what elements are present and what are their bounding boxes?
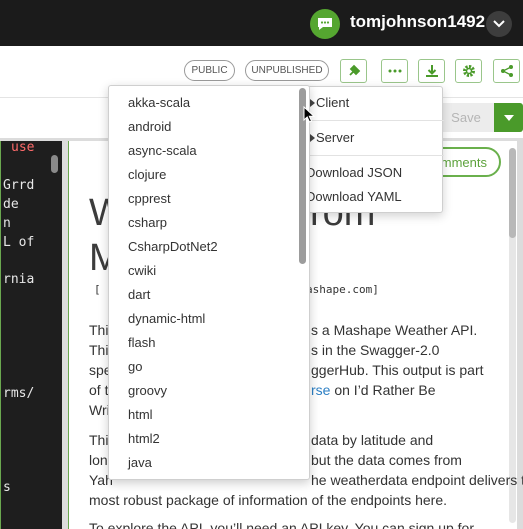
more-icon[interactable]: [381, 59, 408, 83]
save-options-caret[interactable]: [494, 103, 523, 132]
paragraph-line: To explore the API, you’ll need an API k…: [89, 520, 474, 529]
menu-item-client[interactable]: Client: [316, 95, 349, 110]
language-item[interactable]: cpprest: [128, 191, 171, 206]
generate-menu: Client Server Download JSON Download YAM…: [303, 86, 444, 213]
language-item[interactable]: go: [128, 359, 142, 374]
language-item[interactable]: flash: [128, 335, 155, 350]
code-line: Grrd: [3, 178, 35, 193]
code-line: use: [11, 141, 35, 155]
code-line: s: [3, 480, 11, 495]
menu-item-server[interactable]: Server: [316, 130, 354, 145]
gear-icon[interactable]: [455, 59, 482, 83]
language-item[interactable]: clojure: [128, 167, 166, 182]
code-line: n: [3, 216, 11, 231]
language-item[interactable]: dart: [128, 287, 150, 302]
paragraph-line: lon but the data comes from: [89, 452, 462, 468]
menu-divider: [304, 155, 444, 156]
language-item[interactable]: akka-scala: [128, 95, 190, 110]
code-line: L of: [3, 235, 35, 250]
language-item[interactable]: csharp: [128, 215, 167, 230]
language-item[interactable]: dynamic-html: [128, 311, 205, 326]
language-item[interactable]: CsharpDotNet2: [128, 239, 218, 254]
public-badge[interactable]: PUBLIC: [184, 60, 235, 81]
code-line: de: [3, 197, 19, 212]
share-icon[interactable]: [493, 59, 520, 83]
code-line: rnia: [3, 272, 35, 287]
language-item[interactable]: html: [128, 407, 153, 422]
code-editor[interactable]: use Grrd de n L of rnia rms/ s: [0, 141, 62, 529]
menu-item-download-json[interactable]: Download JSON: [306, 165, 402, 180]
language-item[interactable]: java: [128, 455, 152, 470]
top-bar: tomjohnson1492: [0, 0, 523, 46]
language-item[interactable]: groovy: [128, 383, 167, 398]
paragraph-line: Thi data by latitude and: [89, 432, 434, 448]
plug-icon[interactable]: [340, 59, 367, 83]
paragraph-line: Thi s in the Swagger-2.0: [89, 342, 440, 358]
client-language-menu: akka-scala android async-scala clojure c…: [108, 85, 310, 480]
chat-bubble-icon[interactable]: [310, 9, 340, 39]
download-icon[interactable]: [418, 59, 445, 83]
paragraph-line: Thi s a Mashape Weather API.: [89, 322, 478, 338]
language-item[interactable]: html2: [128, 431, 160, 446]
submenu-arrow-icon: [310, 134, 315, 142]
paragraph-line: Wri: [89, 402, 110, 418]
course-link[interactable]: rse: [311, 382, 330, 398]
code-line: rms/: [3, 386, 35, 401]
host-label: [: [94, 283, 101, 296]
paragraph-line: of t rse on I’d Rather Be: [89, 382, 436, 398]
menu-divider: [304, 120, 444, 121]
unpublished-badge[interactable]: UNPUBLISHED: [245, 60, 329, 81]
paragraph-line: most robust package of information of th…: [89, 492, 447, 508]
chevron-down-icon[interactable]: [486, 11, 512, 37]
preview-scrollbar-thumb[interactable]: [509, 148, 516, 238]
host-label: ashape.com]: [306, 283, 379, 296]
language-item[interactable]: android: [128, 119, 171, 134]
language-item[interactable]: async-scala: [128, 143, 197, 158]
menu-item-download-yaml[interactable]: Download YAML: [306, 189, 402, 204]
mouse-cursor-icon: [303, 106, 315, 123]
username[interactable]: tomjohnson1492: [350, 12, 485, 32]
language-item[interactable]: cwiki: [128, 263, 156, 278]
editor-scrollbar[interactable]: [51, 155, 58, 173]
save-button[interactable]: Save: [438, 103, 494, 132]
